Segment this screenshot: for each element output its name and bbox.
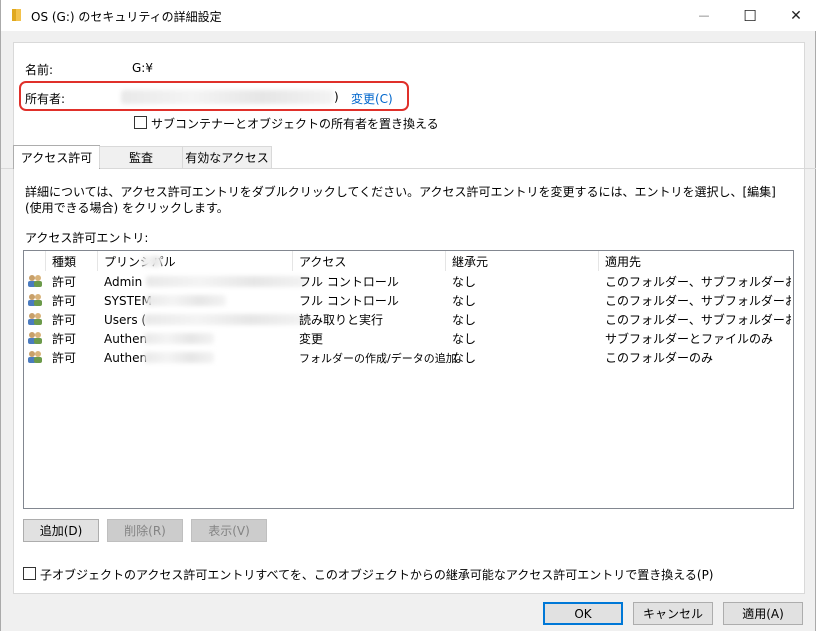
cell-principal: SYSTEM — [104, 293, 152, 308]
owner-value-redacted — [121, 90, 333, 104]
cell-type: 許可 — [52, 294, 77, 308]
header-redacted — [142, 256, 162, 267]
column-header-icon — [24, 251, 46, 271]
owner-label: 所有者: — [25, 92, 66, 106]
cell-applies: このフォルダー、サブフォルダーおよびファ... — [605, 294, 791, 308]
column-header-principal-label: プリンシパル — [104, 254, 176, 269]
apply-button[interactable]: 適用(A) — [723, 602, 803, 625]
table-row[interactable]: 許可 Admin フル コントロール なし このフォルダー、サブフォルダーおよび… — [24, 272, 793, 291]
title-bar[interactable]: OS (G:) のセキュリティの詳細設定 — ☐ ✕ — [1, 0, 816, 31]
tab-auditing-label: 監査 — [128, 151, 153, 165]
close-button[interactable]: ✕ — [773, 0, 816, 31]
replace-child-permissions-checkbox[interactable] — [23, 567, 36, 580]
principal-redacted — [144, 333, 214, 344]
tab-permissions[interactable]: アクセス許可 — [13, 145, 100, 169]
column-header-principal[interactable]: プリンシパル — [98, 251, 293, 271]
cell-access: 読み取りと実行 — [299, 313, 384, 327]
name-label: 名前: — [25, 63, 54, 77]
window-title: OS (G:) のセキュリティの詳細設定 — [31, 10, 222, 24]
principal-redacted — [146, 295, 226, 306]
tab-effective-access[interactable]: 有効なアクセス — [182, 146, 272, 168]
principal-redacted — [144, 314, 304, 325]
table-row[interactable]: 許可 Authen 変更 なし サブフォルダーとファイルのみ — [24, 329, 793, 348]
replace-child-permissions-label: 子オブジェクトのアクセス許可エントリすべてを、このオブジェクトからの継承可能なア… — [40, 568, 714, 582]
cell-inherited: なし — [452, 351, 477, 365]
permission-entries-list[interactable]: 種類 プリンシパル アクセス 継承元 適用先 許可 Admin フル コントロー… — [23, 250, 794, 509]
column-header-applies-label: 適用先 — [605, 254, 642, 269]
tab-permissions-label: アクセス許可 — [20, 151, 93, 165]
cell-principal: Admin — [104, 274, 143, 289]
users-icon — [28, 275, 42, 287]
cell-inherited: なし — [452, 313, 477, 327]
cell-inherited: なし — [452, 332, 477, 346]
table-row[interactable]: 許可 Authen フォルダーの作成/データの追加 なし このフォルダーのみ — [24, 348, 793, 367]
cell-type: 許可 — [52, 332, 77, 346]
minimize-icon: — — [698, 9, 710, 22]
change-owner-link[interactable]: 変更(C) — [351, 90, 393, 107]
users-icon — [28, 351, 42, 363]
cell-access: フォルダーの作成/データの追加 — [299, 351, 457, 365]
principal-redacted — [146, 276, 308, 287]
cell-applies: このフォルダー、サブフォルダーおよびファ... — [605, 313, 791, 327]
cancel-button[interactable]: キャンセル — [633, 602, 713, 625]
principal-redacted — [144, 352, 214, 363]
tab-divider — [1, 168, 816, 169]
maximize-button[interactable]: ☐ — [727, 0, 773, 31]
entries-label: アクセス許可エントリ: — [25, 231, 149, 245]
cell-principal: Users ( — [104, 312, 147, 327]
cell-inherited: なし — [452, 294, 477, 308]
column-header-inherited-label: 継承元 — [452, 254, 489, 269]
minimize-button[interactable]: — — [681, 0, 727, 31]
tab-auditing[interactable]: 監査 — [99, 146, 183, 168]
replace-owner-checkbox[interactable] — [134, 116, 147, 129]
cell-type: 許可 — [52, 275, 77, 289]
column-header-applies[interactable]: 適用先 — [599, 251, 793, 271]
cell-applies: このフォルダーのみ — [605, 351, 714, 365]
cell-principal: Authen — [104, 331, 148, 346]
users-icon — [28, 294, 42, 306]
remove-button[interactable]: 削除(R) — [107, 519, 183, 542]
column-header-inherited[interactable]: 継承元 — [446, 251, 599, 271]
cell-applies: サブフォルダーとファイルのみ — [605, 332, 774, 346]
users-icon — [28, 313, 42, 325]
add-button[interactable]: 追加(D) — [23, 519, 99, 542]
column-header-type[interactable]: 種類 — [46, 251, 98, 271]
users-icon — [28, 332, 42, 344]
table-row[interactable]: 許可 SYSTEM フル コントロール なし このフォルダー、サブフォルダーおよ… — [24, 291, 793, 310]
cell-access: フル コントロール — [299, 275, 399, 289]
cell-access: フル コントロール — [299, 294, 399, 308]
ok-button[interactable]: OK — [543, 602, 623, 625]
maximize-icon: ☐ — [743, 6, 757, 25]
owner-paren: ) — [334, 90, 339, 104]
replace-owner-label: サブコンテナーとオブジェクトの所有者を置き換える — [151, 117, 439, 131]
cell-principal: Authen — [104, 350, 148, 365]
column-header-access[interactable]: アクセス — [293, 251, 446, 271]
tab-effective-access-label: 有効なアクセス — [185, 151, 269, 165]
cell-type: 許可 — [52, 313, 77, 327]
column-header-type-label: 種類 — [52, 254, 77, 269]
column-header-access-label: アクセス — [299, 254, 347, 269]
close-icon: ✕ — [790, 7, 802, 24]
view-button[interactable]: 表示(V) — [191, 519, 267, 542]
cell-applies: このフォルダー、サブフォルダーおよびファ... — [605, 275, 791, 289]
folder-icon — [12, 9, 21, 21]
table-row[interactable]: 許可 Users ( 読み取りと実行 なし このフォルダー、サブフォルダーおよび… — [24, 310, 793, 329]
advanced-security-dialog: OS (G:) のセキュリティの詳細設定 — ☐ ✕ 名前: G:¥ 所有者: … — [0, 0, 816, 631]
cell-inherited: なし — [452, 275, 477, 289]
cell-type: 許可 — [52, 351, 77, 365]
description-text: 詳細については、アクセス許可エントリをダブルクリックしてください。アクセス許可エ… — [25, 185, 776, 215]
cell-access: 変更 — [299, 332, 324, 346]
name-value: G:¥ — [132, 61, 153, 75]
